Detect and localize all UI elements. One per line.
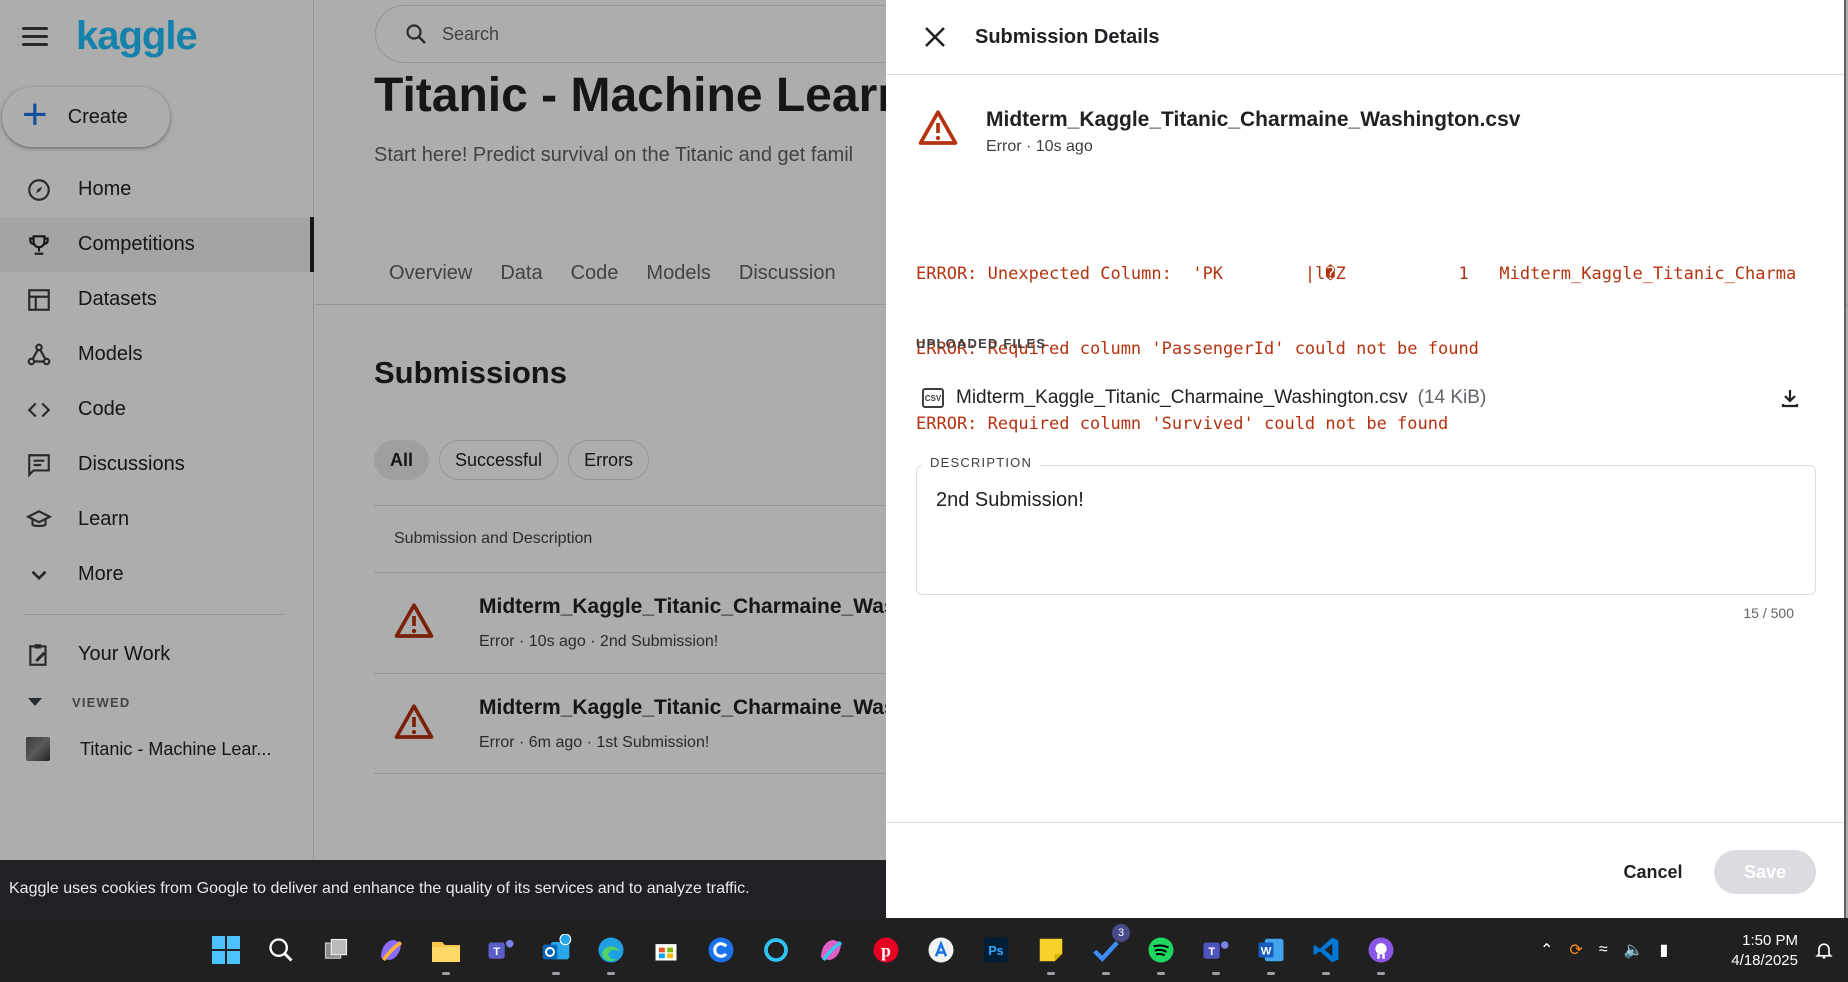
uploaded-file-row: CSV Midterm_Kaggle_Titanic_Charmaine_Was… bbox=[922, 384, 1802, 412]
error-line: ERROR: Required column 'Survived' could … bbox=[916, 414, 1449, 434]
svg-text:T: T bbox=[1208, 946, 1215, 958]
windows-taskbar: T p Ps 3 T W ⌃ ⟳ ≈ 🔈 ▮ 1:50 PM 4/18/2025 bbox=[0, 918, 1848, 982]
warning-icon bbox=[918, 110, 958, 145]
edge-icon[interactable] bbox=[591, 930, 631, 975]
photoshop-icon[interactable]: Ps bbox=[976, 930, 1016, 970]
todo-icon[interactable]: 3 bbox=[1086, 924, 1130, 975]
submission-file-name: Midterm_Kaggle_Titanic_Charmaine_Washing… bbox=[986, 108, 1521, 131]
file-explorer-icon[interactable] bbox=[426, 930, 466, 975]
submission-file-meta: Error · 10s ago bbox=[986, 138, 1093, 155]
taskbar-clock[interactable]: 1:50 PM 4/18/2025 bbox=[1731, 931, 1798, 971]
wifi-icon[interactable]: ≈ bbox=[1599, 941, 1608, 959]
m365-icon[interactable] bbox=[811, 930, 851, 970]
description-value[interactable]: 2nd Submission! bbox=[936, 489, 1084, 512]
description-label: DESCRIPTION bbox=[922, 455, 1041, 470]
taskbar-apps: T p Ps 3 T W bbox=[206, 924, 1401, 975]
submission-details-panel: Submission Details Midterm_Kaggle_Titani… bbox=[886, 0, 1846, 918]
description-field[interactable] bbox=[916, 465, 1816, 595]
close-button[interactable] bbox=[907, 9, 963, 65]
svg-text:p: p bbox=[881, 940, 891, 960]
panel-header: Submission Details bbox=[886, 0, 1844, 75]
github-icon[interactable] bbox=[1361, 930, 1401, 975]
panel-footer-divider bbox=[886, 822, 1844, 823]
search-icon[interactable] bbox=[261, 930, 301, 970]
character-counter: 15 / 500 bbox=[1743, 605, 1794, 621]
sync-icon[interactable]: ⟳ bbox=[1569, 940, 1582, 960]
show-hidden-icons-chevron-icon[interactable]: ⌃ bbox=[1540, 940, 1553, 960]
app-store-icon[interactable] bbox=[921, 930, 961, 970]
panel-title: Submission Details bbox=[975, 25, 1160, 48]
vscode-icon[interactable] bbox=[1306, 930, 1346, 975]
svg-text:W: W bbox=[1261, 945, 1272, 957]
teams-classic-icon[interactable]: T bbox=[1196, 930, 1236, 975]
svg-text:T: T bbox=[493, 946, 500, 958]
error-line: ERROR: Unexpected Column: 'PK |l�Z 1 Mid… bbox=[916, 264, 1797, 284]
uploaded-file-size: (14 KiB) bbox=[1417, 387, 1487, 408]
battery-icon[interactable]: ▮ bbox=[1660, 940, 1669, 960]
cortana-icon[interactable] bbox=[756, 930, 796, 970]
csv-file-icon: CSV bbox=[922, 388, 944, 408]
error-messages: ERROR: Unexpected Column: 'PK |l�Z 1 Mid… bbox=[916, 212, 1832, 487]
close-icon bbox=[925, 27, 945, 47]
pinterest-icon[interactable]: p bbox=[866, 930, 906, 970]
svg-text:Ps: Ps bbox=[988, 944, 1003, 958]
volume-icon[interactable]: 🔈 bbox=[1624, 940, 1644, 960]
notification-bell-icon[interactable] bbox=[1814, 940, 1834, 960]
clock-time: 1:50 PM bbox=[1742, 932, 1798, 949]
clock-date: 4/18/2025 bbox=[1731, 952, 1798, 969]
sticky-notes-icon[interactable] bbox=[1031, 930, 1071, 975]
uploaded-files-header: UPLOADED FILES bbox=[916, 336, 1047, 351]
uploaded-file-name: Midterm_Kaggle_Titanic_Charmaine_Washing… bbox=[956, 387, 1408, 408]
store-icon[interactable] bbox=[646, 930, 686, 970]
download-icon[interactable] bbox=[1778, 386, 1802, 410]
browser-icon[interactable] bbox=[701, 930, 741, 970]
error-line: ERROR: Required column 'PassengerId' cou… bbox=[916, 339, 1479, 359]
spotify-icon[interactable] bbox=[1141, 930, 1181, 975]
teams-icon[interactable]: T bbox=[481, 930, 521, 970]
cancel-button[interactable]: Cancel bbox=[1598, 850, 1708, 894]
todo-badge: 3 bbox=[1112, 924, 1130, 942]
windows-start-icon[interactable] bbox=[206, 930, 246, 970]
task-view-icon[interactable] bbox=[316, 930, 356, 970]
system-tray: ⌃ ⟳ ≈ 🔈 ▮ bbox=[1540, 940, 1668, 960]
word-icon[interactable]: W bbox=[1251, 930, 1291, 975]
outlook-icon[interactable] bbox=[536, 930, 576, 975]
cookie-banner: Kaggle uses cookies from Google to deliv… bbox=[0, 860, 886, 918]
cookie-text: Kaggle uses cookies from Google to deliv… bbox=[9, 880, 750, 897]
save-button[interactable]: Save bbox=[1714, 850, 1816, 894]
copilot-icon[interactable] bbox=[371, 930, 411, 970]
